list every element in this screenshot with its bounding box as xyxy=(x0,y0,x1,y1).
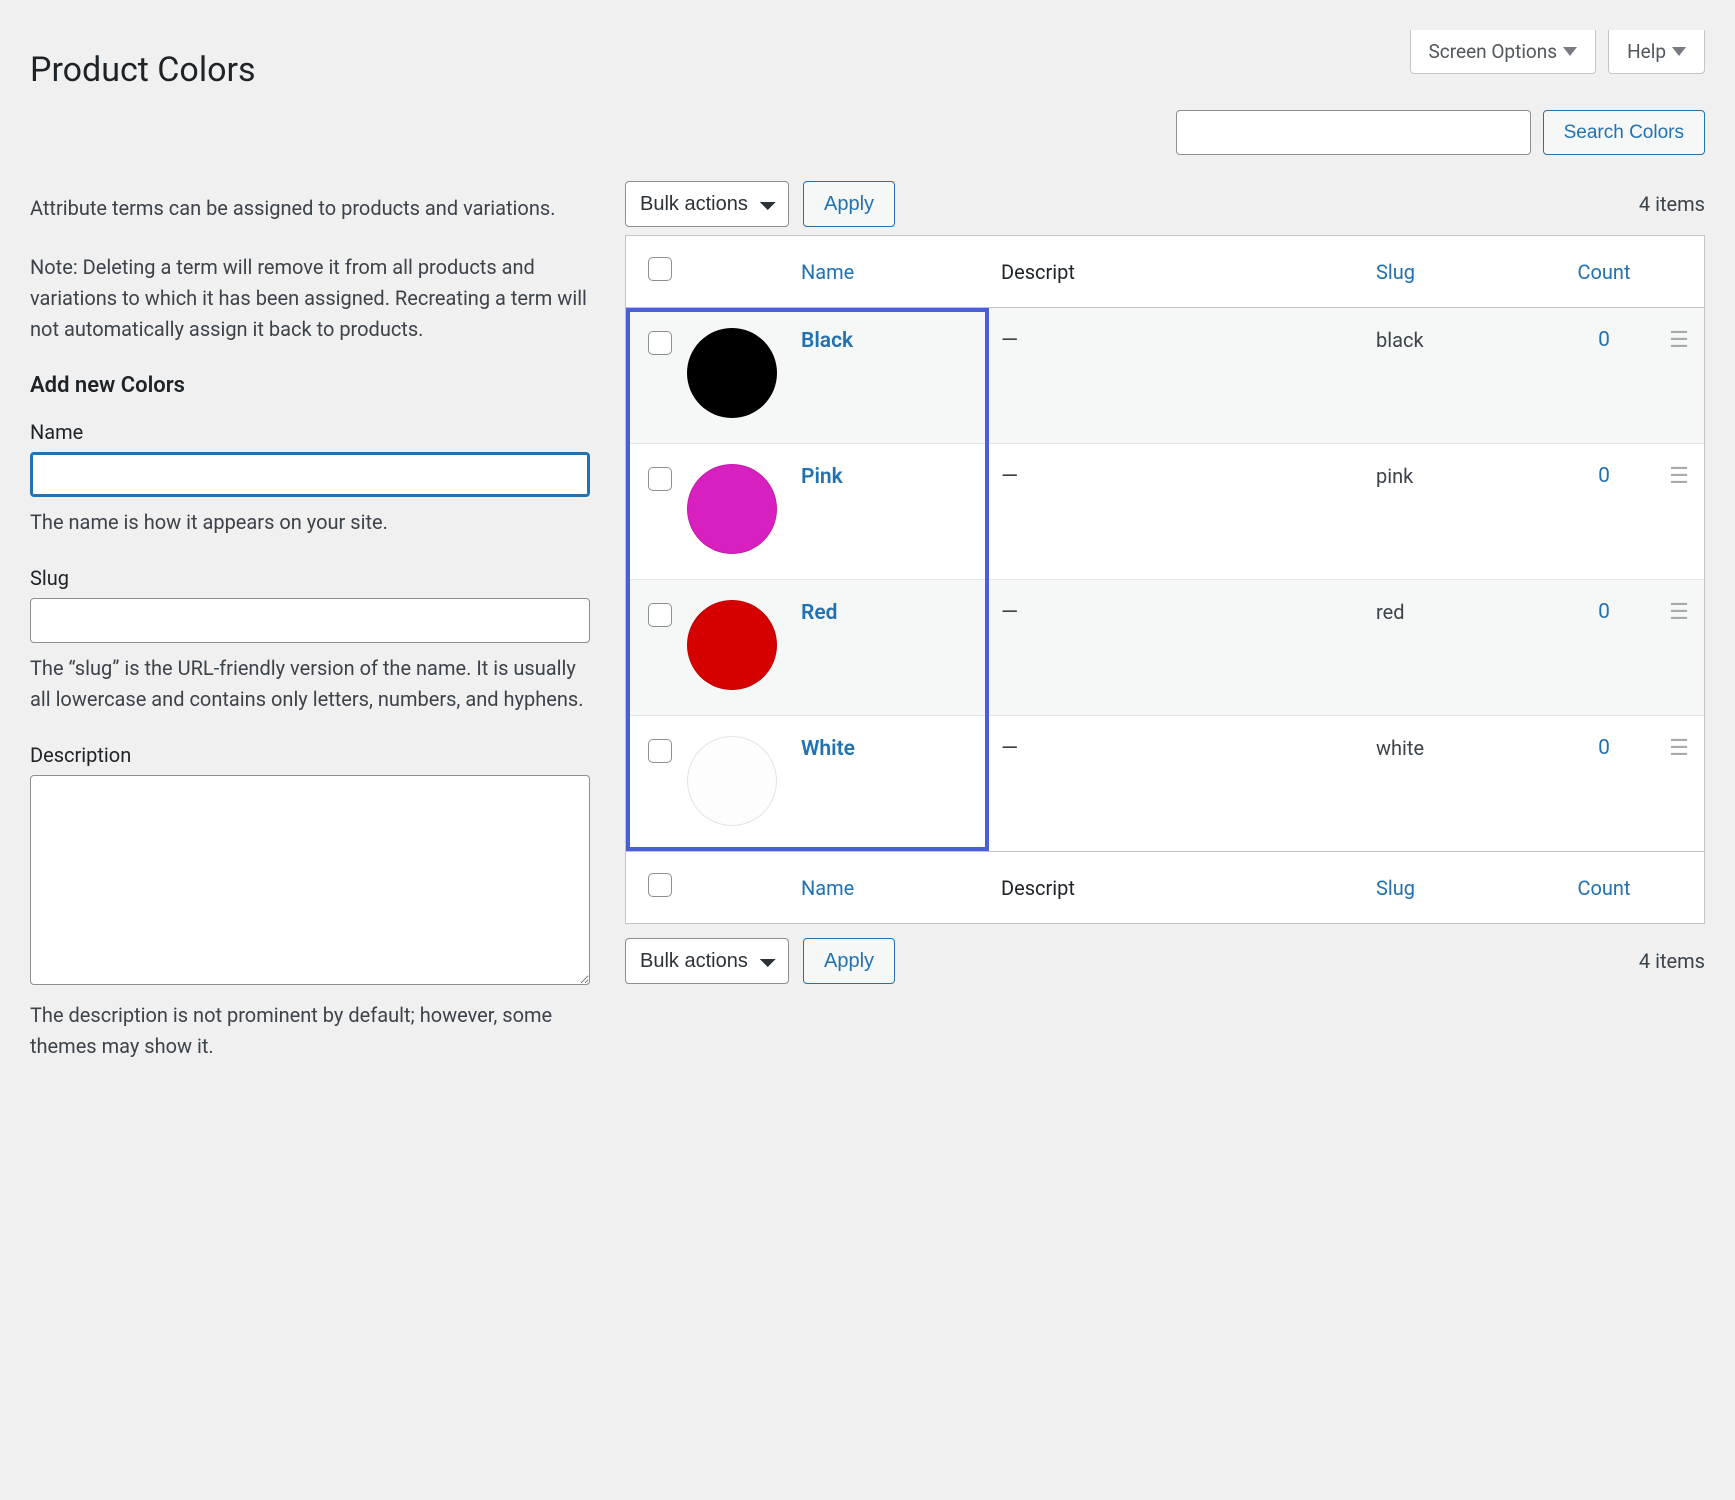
drag-handle-icon[interactable]: ☰ xyxy=(1669,328,1689,353)
term-slug: black xyxy=(1376,328,1424,352)
col-count[interactable]: Count xyxy=(1554,236,1654,308)
slug-help: The “slug” is the URL-friendly version o… xyxy=(30,653,590,715)
col-handle xyxy=(1654,236,1704,308)
form-column: Attribute terms can be assigned to produ… xyxy=(30,177,590,1090)
select-all-top[interactable] xyxy=(648,257,672,281)
term-name-link[interactable]: White xyxy=(801,737,855,761)
tablenav-bottom: Bulk actions Apply 4 items xyxy=(625,938,1705,984)
color-swatch xyxy=(687,328,777,418)
apply-button-bottom[interactable]: Apply xyxy=(803,938,895,984)
add-new-heading: Add new Colors xyxy=(30,373,590,398)
color-swatch xyxy=(687,736,777,826)
table-row: Red — red 0 ☰ xyxy=(626,580,1704,716)
intro-text-1: Attribute terms can be assigned to produ… xyxy=(30,193,590,224)
table-row: Black — black 0 ☰ xyxy=(626,308,1704,444)
screen-options-tab[interactable]: Screen Options xyxy=(1410,30,1597,74)
term-slug: white xyxy=(1376,736,1424,760)
term-count-link[interactable]: 0 xyxy=(1566,328,1642,352)
caret-down-icon xyxy=(1563,47,1577,56)
color-swatch xyxy=(687,600,777,690)
search-row: Search Colors xyxy=(30,110,1705,155)
search-input[interactable] xyxy=(1176,110,1531,155)
row-checkbox[interactable] xyxy=(648,467,672,491)
table-row: White — white 0 ☰ xyxy=(626,716,1704,851)
intro-text-2: Note: Deleting a term will remove it fro… xyxy=(30,252,590,345)
slug-field[interactable] xyxy=(30,598,590,643)
apply-button-top[interactable]: Apply xyxy=(803,181,895,227)
bulk-actions-select-top[interactable]: Bulk actions xyxy=(625,181,789,227)
tablenav-top: Bulk actions Apply 4 items xyxy=(625,181,1705,227)
screen-options-label: Screen Options xyxy=(1429,40,1558,63)
description-help: The description is not prominent by defa… xyxy=(30,1000,590,1062)
drag-handle-icon[interactable]: ☰ xyxy=(1669,464,1689,489)
screen-meta-tabs: Screen Options Help xyxy=(1410,30,1705,74)
slug-label: Slug xyxy=(30,566,590,590)
row-checkbox[interactable] xyxy=(648,739,672,763)
term-slug: pink xyxy=(1376,464,1413,488)
term-name-link[interactable]: Red xyxy=(801,601,837,625)
term-name-link[interactable]: Black xyxy=(801,329,853,353)
items-count-top: 4 items xyxy=(1639,192,1705,216)
col-count[interactable]: Count xyxy=(1554,851,1654,923)
name-field[interactable] xyxy=(30,452,590,497)
help-tab[interactable]: Help xyxy=(1608,30,1705,74)
list-column: Bulk actions Apply 4 items Name Descript… xyxy=(625,177,1705,992)
drag-handle-icon[interactable]: ☰ xyxy=(1669,736,1689,761)
term-count-link[interactable]: 0 xyxy=(1566,600,1642,624)
col-swatch xyxy=(675,236,789,308)
row-checkbox[interactable] xyxy=(648,331,672,355)
term-description: — xyxy=(1001,600,1018,625)
bulk-actions-select-bottom[interactable]: Bulk actions xyxy=(625,938,789,984)
col-name[interactable]: Name xyxy=(789,236,989,308)
term-name-link[interactable]: Pink xyxy=(801,465,843,489)
row-checkbox[interactable] xyxy=(648,603,672,627)
term-description: — xyxy=(1001,464,1018,489)
search-button[interactable]: Search Colors xyxy=(1543,110,1705,155)
caret-down-icon xyxy=(1672,47,1686,56)
select-all-bottom[interactable] xyxy=(648,873,672,897)
col-description[interactable]: Descript xyxy=(989,851,1364,923)
col-handle xyxy=(1654,851,1704,923)
terms-table: Name Descript Slug Count Black—black0☰Pi… xyxy=(625,235,1705,924)
help-label: Help xyxy=(1627,40,1666,63)
term-slug: red xyxy=(1376,600,1404,624)
color-swatch xyxy=(687,464,777,554)
col-description[interactable]: Descript xyxy=(989,236,1364,308)
col-swatch xyxy=(675,851,789,923)
term-count-link[interactable]: 0 xyxy=(1566,736,1642,760)
col-name[interactable]: Name xyxy=(789,851,989,923)
col-slug[interactable]: Slug xyxy=(1364,851,1554,923)
table-row: Pink — pink 0 ☰ xyxy=(626,444,1704,580)
items-count-bottom: 4 items xyxy=(1639,949,1705,973)
term-description: — xyxy=(1001,328,1018,353)
term-description: — xyxy=(1001,736,1018,761)
description-label: Description xyxy=(30,743,590,767)
description-field[interactable] xyxy=(30,775,590,985)
term-count-link[interactable]: 0 xyxy=(1566,464,1642,488)
name-help: The name is how it appears on your site. xyxy=(30,507,590,538)
name-label: Name xyxy=(30,420,590,444)
drag-handle-icon[interactable]: ☰ xyxy=(1669,600,1689,625)
col-slug[interactable]: Slug xyxy=(1364,236,1554,308)
